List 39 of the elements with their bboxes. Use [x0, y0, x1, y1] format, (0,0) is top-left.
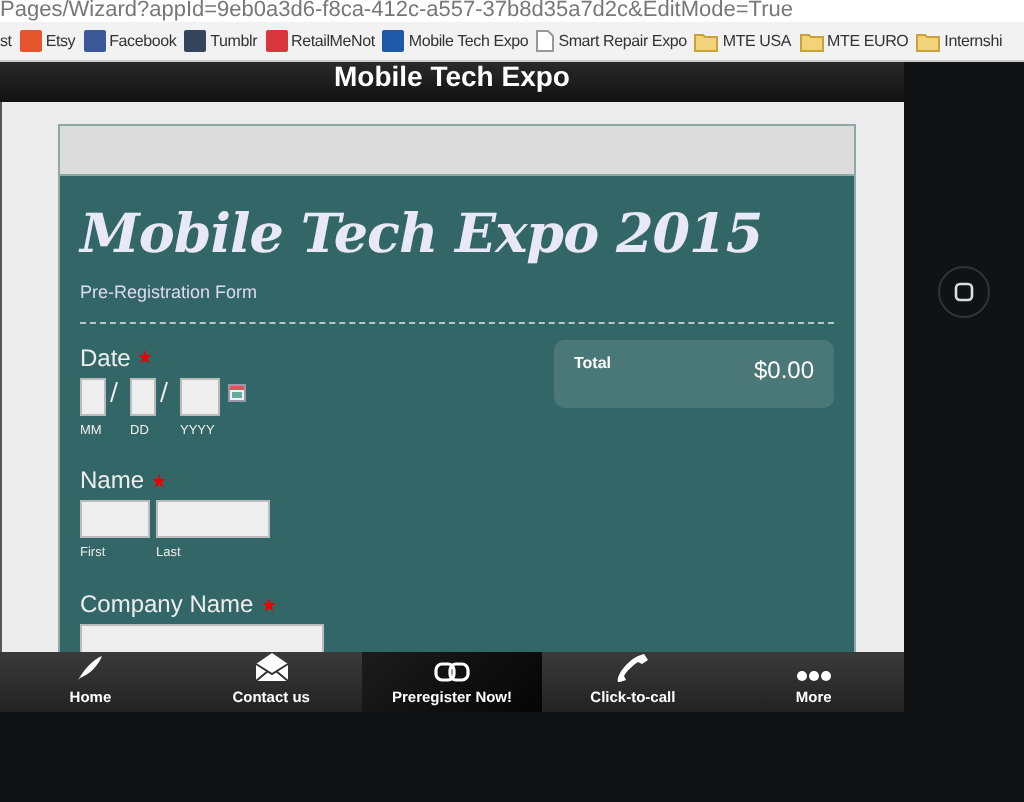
bookmark-link[interactable]: RetailMeNot	[291, 29, 375, 53]
envelope-icon	[253, 652, 290, 682]
square-icon	[954, 282, 974, 302]
page-icon	[536, 30, 555, 52]
field-label: Name	[80, 464, 145, 499]
bookmark-link[interactable]: Internshi	[944, 29, 1003, 53]
field-label: Date	[80, 341, 131, 375]
date-part-field[interactable]	[180, 377, 220, 415]
bookmark-link[interactable]: Etsy	[45, 29, 76, 53]
name-field[interactable]	[156, 500, 270, 539]
slash-icon	[110, 379, 118, 404]
calendar-icon[interactable]	[228, 383, 246, 401]
feather-icon	[76, 653, 105, 682]
form-subtitle: Pre-Registration Form	[80, 280, 260, 306]
link-icon	[434, 661, 471, 682]
total-amount: $0.00	[753, 353, 814, 387]
app-title: Mobile Tech Expo	[334, 60, 570, 92]
folder-icon	[694, 31, 719, 51]
bookmark-link[interactable]: Facebook	[109, 29, 177, 53]
bookmark-link[interactable]: Tumblr	[210, 29, 258, 53]
field-label: Company Name	[80, 588, 254, 622]
bookmark-link[interactable]: MTE USA	[722, 29, 792, 53]
more-icon	[795, 669, 832, 682]
phone-icon	[614, 652, 651, 682]
name-field[interactable]	[80, 500, 150, 539]
folder-icon	[916, 31, 941, 51]
date-part-field[interactable]	[130, 377, 156, 415]
bookmark-link[interactable]: Mobile Tech Expo	[408, 29, 529, 53]
home-button[interactable]	[938, 266, 990, 318]
bookmark-link[interactable]: st	[0, 29, 12, 53]
bookmark-link[interactable]: Smart Repair Expo	[558, 29, 687, 53]
total-label: Total	[574, 351, 612, 375]
bookmark-link[interactable]: MTE EURO	[827, 29, 909, 53]
form-title: Mobile Tech Expo 2015	[80, 204, 765, 268]
url-text: Pages/Wizard?appId=9eb0a3d6-f8ca-412c-a557-37b8d35a7d2c&EditMode=True	[0, 0, 1024, 22]
slash-icon	[160, 379, 168, 404]
folder-icon	[799, 31, 824, 51]
date-part-field[interactable]	[80, 377, 106, 415]
company-field[interactable]	[80, 624, 324, 652]
